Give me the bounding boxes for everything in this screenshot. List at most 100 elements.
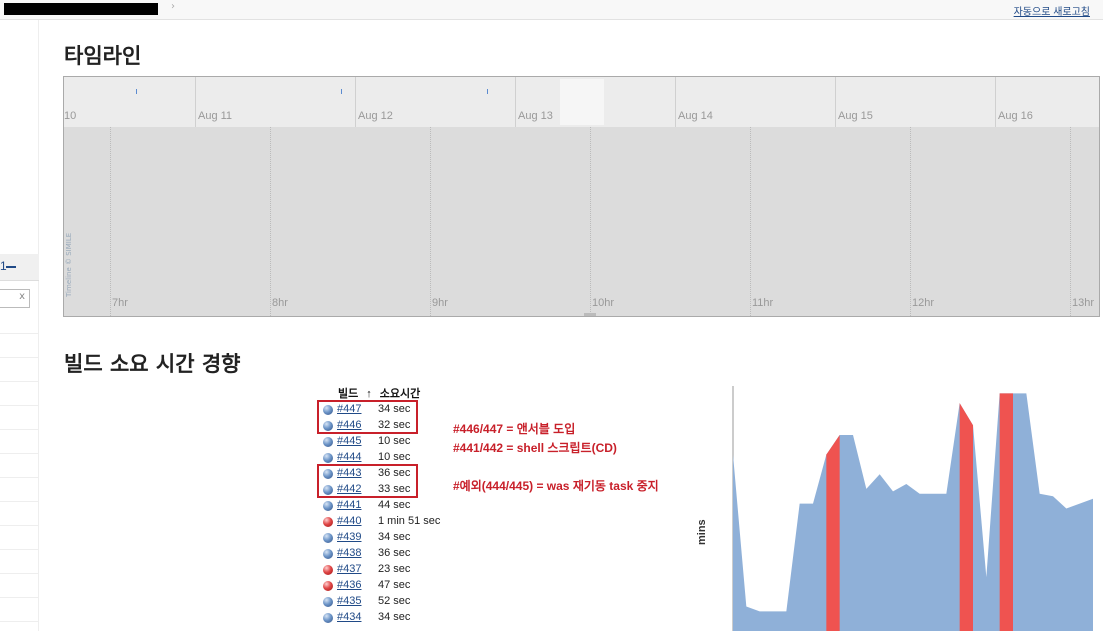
breadcrumb-arrow-icon[interactable]: › <box>171 1 175 12</box>
timeline-build-tick <box>136 89 137 94</box>
chart-failed-band <box>826 435 840 631</box>
build-duration: 34 sec <box>378 611 411 623</box>
sidebar-row[interactable] <box>0 574 39 598</box>
annotation-note: #441/442 = shell 스크립트(CD) <box>453 441 617 455</box>
sort-arrow-icon[interactable]: ↑ <box>366 388 372 400</box>
timeline-hour-label: 9hr <box>432 297 448 309</box>
build-duration: 36 sec <box>378 547 411 559</box>
build-duration: 44 sec <box>378 499 411 511</box>
build-filter-input[interactable]: x <box>0 289 30 308</box>
build-number-link[interactable]: #434 <box>337 611 361 623</box>
table-row: #439 34 sec <box>320 530 460 546</box>
timeline-day-label: Aug 12 <box>358 110 393 122</box>
build-trend-title: 빌드 소요 시간 경향 <box>64 352 241 376</box>
timeline-hour-label: 7hr <box>112 297 128 309</box>
build-history-header: 1 <box>0 254 39 281</box>
timeline-hour-divider <box>430 127 431 316</box>
build-failed-icon <box>323 517 333 527</box>
auto-refresh-link[interactable]: 자동으로 새로고침 <box>1014 3 1090 18</box>
sidebar-row[interactable] <box>0 478 39 502</box>
table-row: #445 10 sec <box>320 434 460 450</box>
annotation-note: #446/447 = 앤서블 도입 <box>453 422 576 436</box>
build-number-link[interactable]: #439 <box>337 531 361 543</box>
timeline-widget[interactable]: 10 Aug 11 Aug 12 Aug 13 Aug 14 Aug 15 Aug 16 7… <box>63 76 1100 317</box>
timeline-visible-window <box>560 79 604 125</box>
sidebar-row[interactable] <box>0 334 39 358</box>
annotation-note: #예외(444/445) = was 재기동 task 중지 <box>453 479 659 493</box>
timeline-hour-band[interactable]: 7hr 8hr 9hr 10hr 11hr 12hr 13hr Timeline © SIM… <box>64 127 1099 316</box>
timeline-hour-label: 8hr <box>272 297 288 309</box>
sidebar-row[interactable] <box>0 310 39 334</box>
build-duration: 10 sec <box>378 435 411 447</box>
build-duration: 10 sec <box>378 451 411 463</box>
timeline-day-label: Aug 16 <box>998 110 1033 122</box>
sidebar-row[interactable] <box>0 598 39 622</box>
build-success-icon <box>323 501 333 511</box>
sidebar-row[interactable] <box>0 454 39 478</box>
build-success-icon <box>323 549 333 559</box>
timeline-day-divider <box>355 77 356 127</box>
timeline-day-divider <box>195 77 196 127</box>
timeline-day-label: Aug 14 <box>678 110 713 122</box>
build-number-link[interactable]: #436 <box>337 579 361 591</box>
sidebar-row[interactable] <box>0 406 39 430</box>
timeline-day-divider <box>675 77 676 127</box>
column-build[interactable]: 빌드 <box>338 388 358 400</box>
build-success-icon <box>323 437 333 447</box>
build-duration: 23 sec <box>378 563 411 575</box>
sidebar: 1 x <box>0 20 39 631</box>
timeline-day-label: Aug 15 <box>838 110 873 122</box>
breadcrumb-redacted[interactable] <box>4 3 158 15</box>
build-number-link[interactable]: #438 <box>337 547 361 559</box>
sidebar-row[interactable] <box>0 382 39 406</box>
timeline-hour-divider <box>110 127 111 316</box>
build-number-link[interactable]: #437 <box>337 563 361 575</box>
build-duration: 34 sec <box>378 531 411 543</box>
build-number-link[interactable]: #440 <box>337 515 361 527</box>
build-duration: 47 sec <box>378 579 411 591</box>
build-success-icon <box>323 597 333 607</box>
chart-failed-band <box>999 393 1013 631</box>
timeline-day-divider <box>835 77 836 127</box>
timeline-day-label: Aug 11 <box>198 110 233 122</box>
timeline-hour-label: 11hr <box>752 297 774 309</box>
timeline-hour-divider <box>750 127 751 316</box>
highlight-box-446-447 <box>317 400 418 434</box>
chart-failed-band <box>959 403 973 631</box>
sidebar-row[interactable] <box>0 550 39 574</box>
timeline-resize-handle[interactable] <box>584 313 596 316</box>
timeline-day-label: Aug 13 <box>518 110 553 122</box>
timeline-day-band[interactable]: 10 Aug 11 Aug 12 Aug 13 Aug 14 Aug 15 Aug 16 <box>64 77 1099 127</box>
build-number-link[interactable]: #445 <box>337 435 361 447</box>
timeline-day-label: 10 <box>64 110 77 122</box>
timeline-hour-divider <box>270 127 271 316</box>
build-number-link[interactable]: #435 <box>337 595 361 607</box>
table-row: #437 23 sec <box>320 562 460 578</box>
timeline-hour-divider <box>910 127 911 316</box>
column-duration[interactable]: 소요시간 <box>380 388 420 400</box>
build-duration: 52 sec <box>378 595 411 607</box>
build-failed-icon <box>323 581 333 591</box>
sidebar-row[interactable] <box>0 502 39 526</box>
sidebar-row[interactable] <box>0 430 39 454</box>
build-number-link[interactable]: #441 <box>337 499 361 511</box>
timeline-credit: Timeline © SIMILE <box>65 232 73 297</box>
build-number-link[interactable]: #444 <box>337 451 361 463</box>
chart-duration-area <box>733 393 1093 631</box>
sidebar-row[interactable] <box>0 526 39 550</box>
collapse-icon[interactable] <box>6 266 16 268</box>
build-failed-icon <box>323 565 333 575</box>
timeline-hour-label: 10hr <box>592 297 615 309</box>
timeline-hour-divider <box>1070 127 1071 316</box>
timeline-build-tick <box>487 89 488 94</box>
table-row: #434 34 sec <box>320 610 460 626</box>
table-row: #435 52 sec <box>320 594 460 610</box>
timeline-hour-label: 13hr <box>1072 297 1095 309</box>
timeline-hour-label: 12hr <box>912 297 935 309</box>
table-row: #441 44 sec <box>320 498 460 514</box>
clear-icon[interactable]: x <box>19 291 25 302</box>
build-success-icon <box>323 613 333 623</box>
sidebar-row[interactable] <box>0 358 39 382</box>
top-bar: › 자동으로 새로고침 <box>0 0 1103 20</box>
table-row: #436 47 sec <box>320 578 460 594</box>
